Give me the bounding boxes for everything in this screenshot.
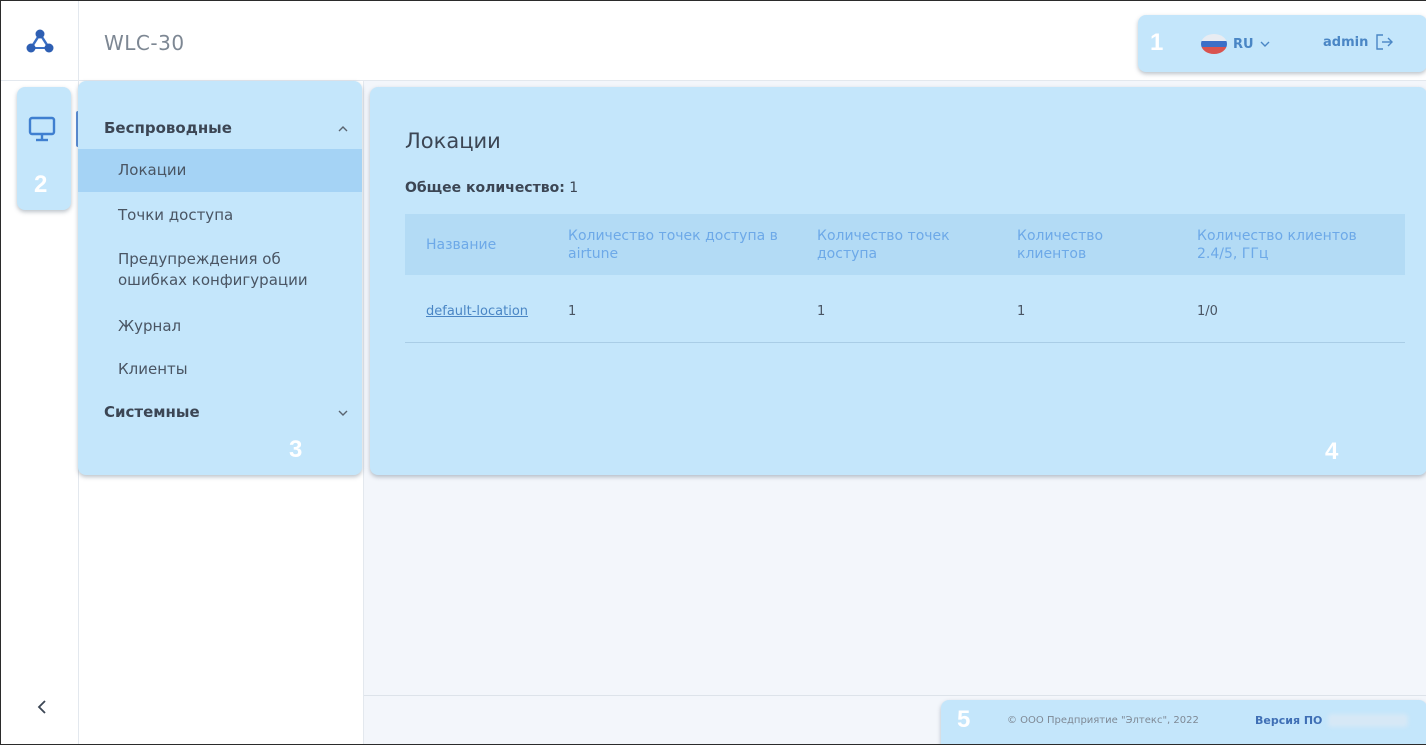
eltex-logo-icon xyxy=(26,29,53,53)
chevron-left-icon xyxy=(37,700,46,714)
software-version: Версия ПО xyxy=(1255,714,1409,727)
russia-flag-icon xyxy=(1201,34,1227,54)
sidebar-item-label: Клиенты xyxy=(118,360,188,378)
rail-region: 2 xyxy=(17,87,71,210)
version-value-blurred xyxy=(1328,714,1409,727)
column-header-airtune-ap-count[interactable]: Количество точек доступа в airtune xyxy=(568,227,788,263)
column-header-client-count-bands[interactable]: Количество клиентов 2.4/5, ГГц xyxy=(1197,227,1387,263)
location-link[interactable]: default-location xyxy=(426,304,528,319)
main-content-region: Локации Общее количество: 1 Название Кол… xyxy=(370,87,1426,475)
username-label: admin xyxy=(1323,34,1369,50)
annotation-number: 2 xyxy=(34,171,48,198)
sidebar-item-label: Точки доступа xyxy=(118,206,234,224)
version-label: Версия ПО xyxy=(1255,714,1323,727)
total-label: Общее количество: xyxy=(405,180,565,196)
column-header-name[interactable]: Название xyxy=(426,236,496,254)
sidebar-item-config-warnings[interactable]: Предупреждения об ошибках конфигурации xyxy=(78,249,362,291)
language-label: RU xyxy=(1233,36,1254,52)
annotation-number: 5 xyxy=(957,706,971,733)
page-title: Локации xyxy=(405,129,501,153)
annotation-number: 3 xyxy=(289,436,303,463)
column-header-ap-count[interactable]: Количество точек доступа xyxy=(817,227,987,263)
sidebar-nav-region: Беспроводные Локации Точки доступа Преду… xyxy=(78,81,362,475)
language-selector[interactable]: RU xyxy=(1201,34,1270,54)
copyright-text: © ООО Предприятие "Элтекс", 2022 xyxy=(1007,715,1199,726)
sidebar-item-label: Предупреждения об ошибках конфигурации xyxy=(118,250,308,289)
chevron-up-icon xyxy=(338,126,348,132)
section-label: Системные xyxy=(104,403,200,421)
monitoring-rail-button[interactable] xyxy=(27,115,61,145)
section-system-header[interactable]: Системные xyxy=(104,403,354,421)
section-wireless-header[interactable]: Беспроводные xyxy=(104,119,354,137)
sidebar-item-access-points[interactable]: Точки доступа xyxy=(78,205,362,226)
sidebar-item-locations[interactable]: Локации xyxy=(78,149,362,192)
header-controls-region: 1 RU admin xyxy=(1138,15,1426,72)
monitor-icon xyxy=(28,116,56,142)
app-window: WLC-30 1 RU admin 2 Беспроводные Локации… xyxy=(0,0,1426,745)
app-title: WLC-30 xyxy=(104,31,185,55)
cell-client-count-bands: 1/0 xyxy=(1197,304,1218,319)
logout-icon[interactable] xyxy=(1376,34,1394,50)
chevron-down-icon xyxy=(1260,41,1270,47)
total-count: Общее количество: 1 xyxy=(405,180,578,196)
sidebar-item-clients[interactable]: Клиенты xyxy=(78,359,362,380)
sidebar-item-journal[interactable]: Журнал xyxy=(78,316,362,337)
annotation-number: 1 xyxy=(1150,29,1164,56)
sidebar-item-label: Журнал xyxy=(118,317,182,335)
table-header: Название Количество точек доступа в airt… xyxy=(405,214,1405,275)
collapse-sidebar-button[interactable] xyxy=(32,695,52,719)
column-header-client-count[interactable]: Количество клиентов xyxy=(1017,227,1137,263)
cell-airtune-ap-count: 1 xyxy=(568,304,577,319)
table-row: default-location 1 1 1 1/0 xyxy=(405,283,1405,343)
cell-ap-count: 1 xyxy=(817,304,826,319)
sidebar-item-label: Локации xyxy=(118,161,187,179)
section-label: Беспроводные xyxy=(104,119,232,137)
total-value: 1 xyxy=(569,180,579,196)
chevron-down-icon xyxy=(338,410,348,416)
annotation-number: 4 xyxy=(1325,438,1339,465)
footer-region: 5 © ООО Предприятие "Элтекс", 2022 Верси… xyxy=(941,700,1426,744)
cell-client-count: 1 xyxy=(1017,304,1026,319)
logo[interactable] xyxy=(1,1,79,81)
user-menu[interactable]: admin xyxy=(1323,34,1394,50)
